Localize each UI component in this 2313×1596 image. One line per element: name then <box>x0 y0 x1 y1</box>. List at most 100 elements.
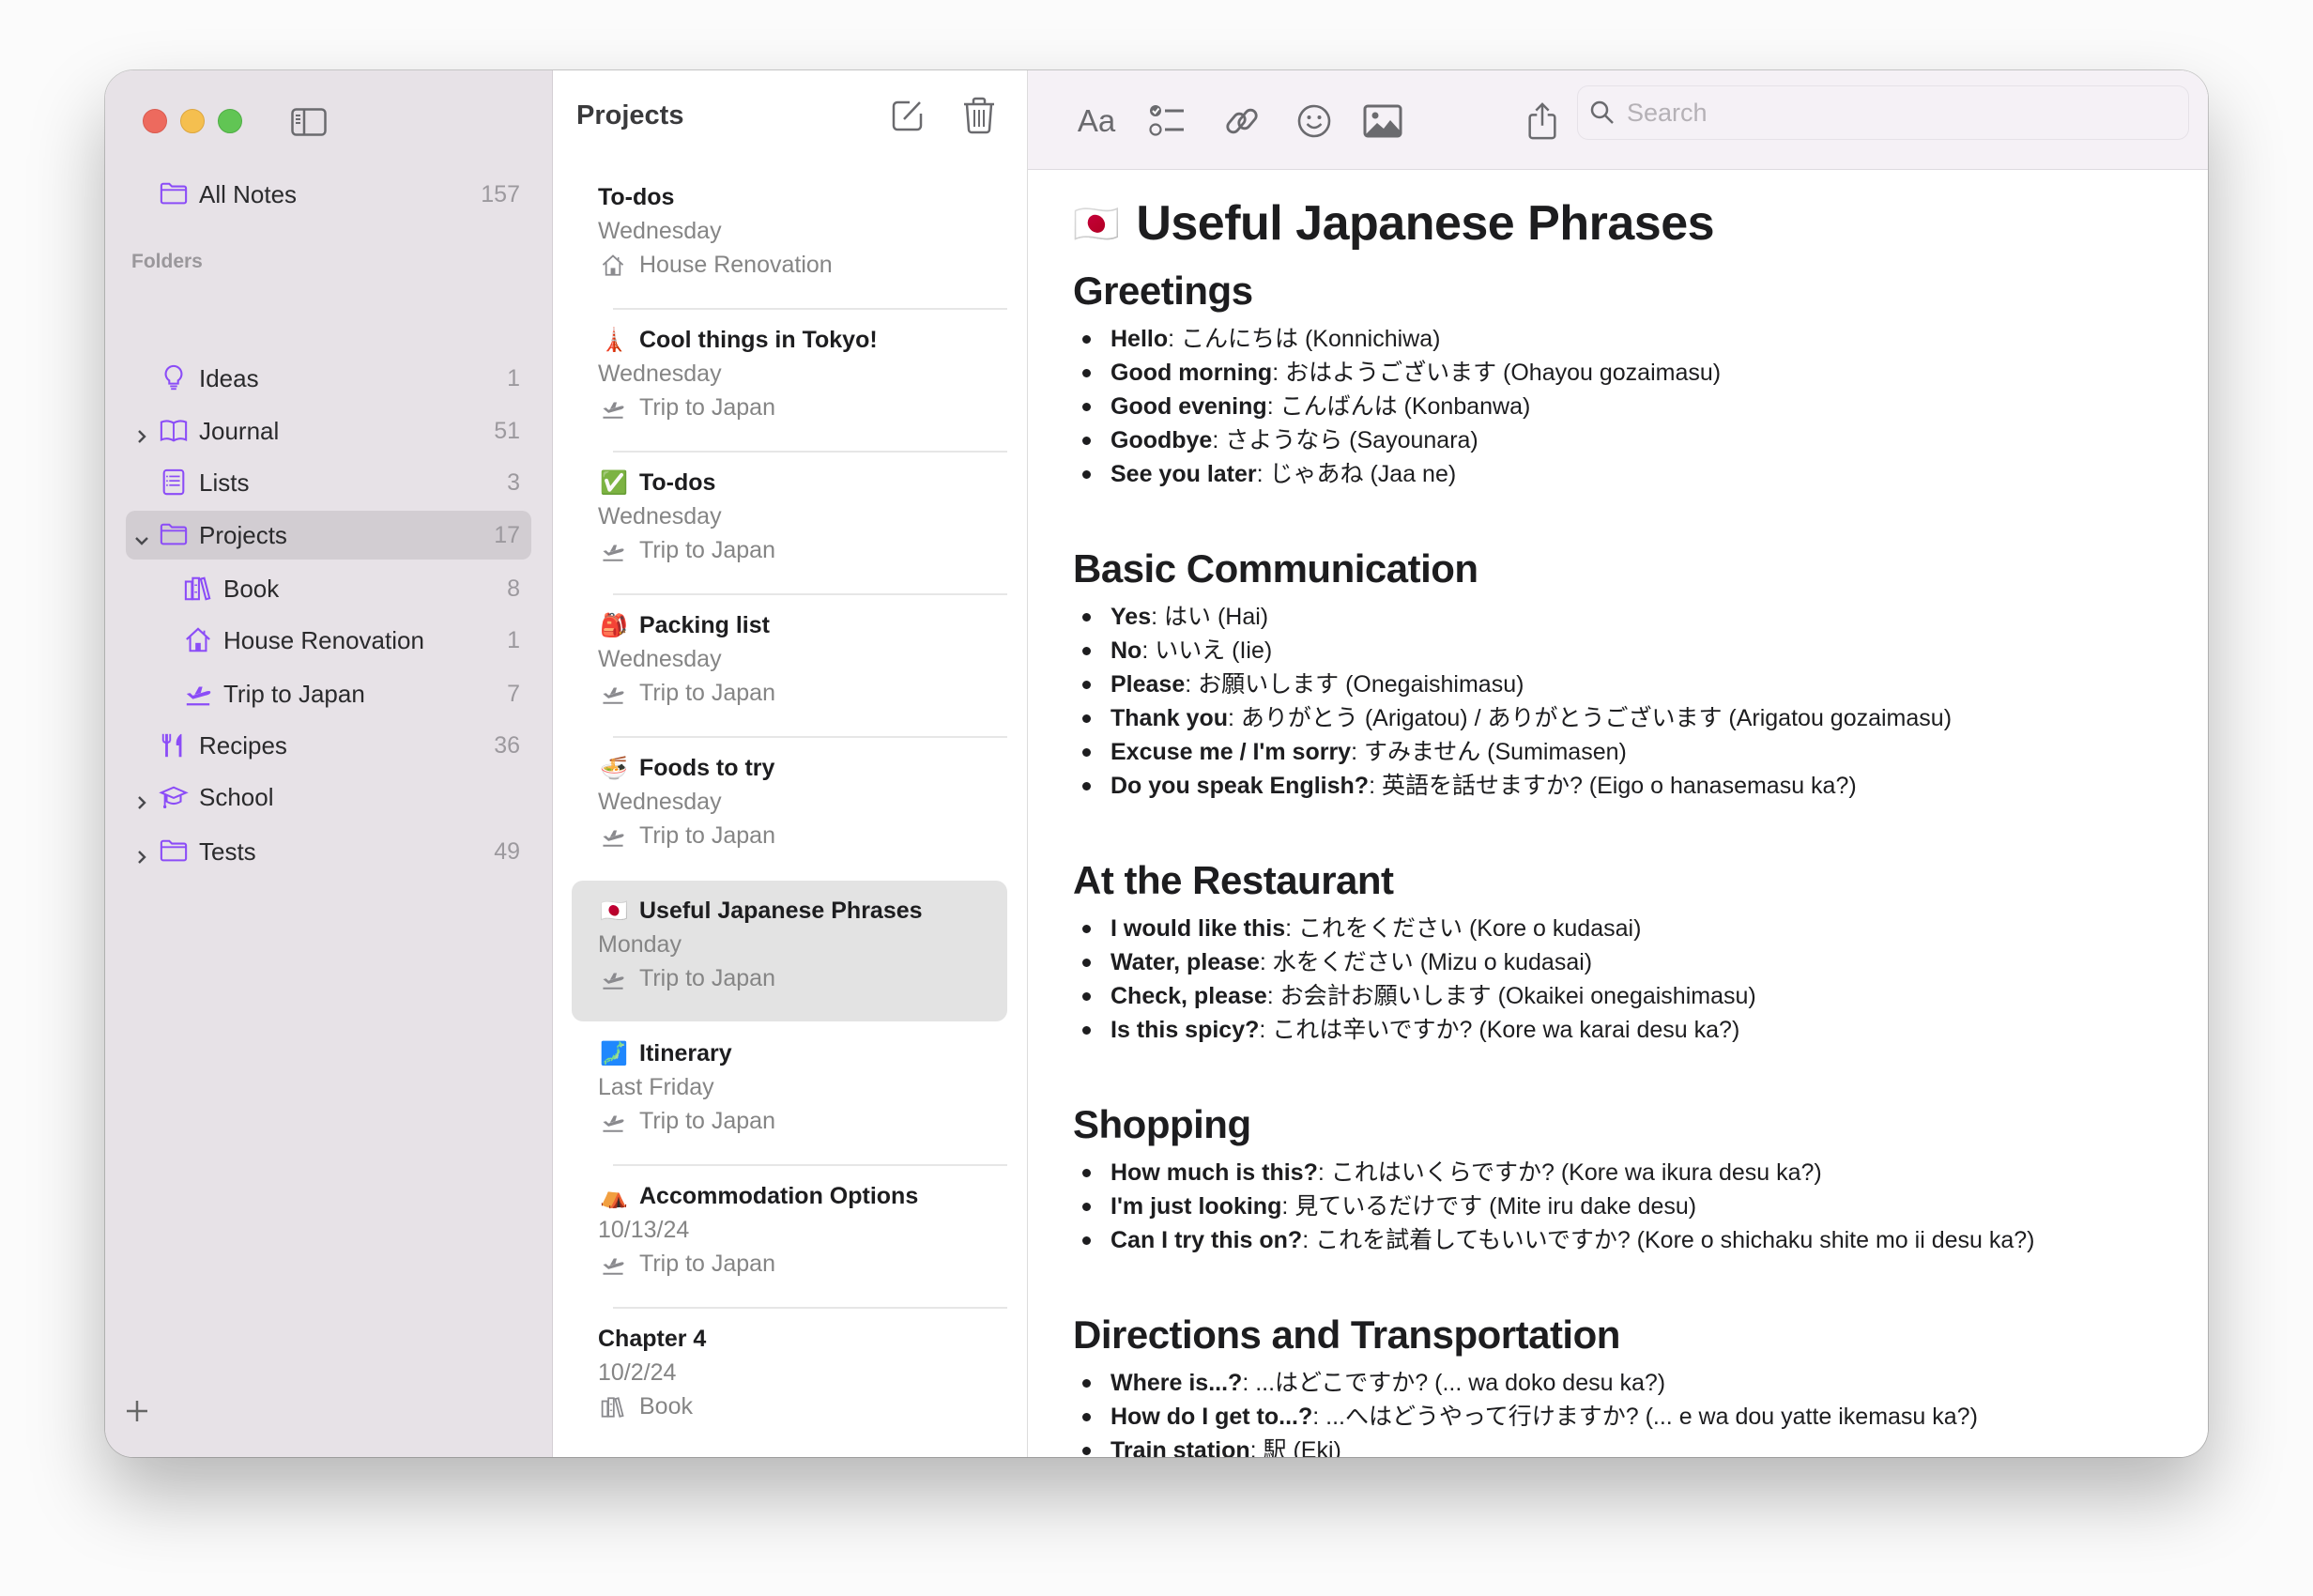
note-section: Basic Communication Yes: はい (Hai) No: いいえ … <box>1073 545 1952 803</box>
phrase-term: Train station <box>1111 1437 1250 1457</box>
sidebar-item-book[interactable]: Book 8 <box>126 564 531 613</box>
phrase-item: Do you speak English?: 英語を話せますか? (Eigo o… <box>1073 769 1952 803</box>
note-date: 10/13/24 <box>598 1217 690 1243</box>
note-folder: Trip to Japan <box>598 1251 775 1278</box>
note-list-title: Projects <box>576 100 684 130</box>
house-icon <box>598 253 630 278</box>
note-list-item[interactable]: 🍜 Foods to try Wednesday Trip to Japan <box>572 738 1007 879</box>
phrase-item: Water, please: 水をください (Mizu o kudasai) <box>1073 945 1756 979</box>
note-emoji-icon: 🗾 <box>600 1041 628 1067</box>
note-count: 51 <box>494 417 520 444</box>
note-list-item[interactable]: 🇯🇵 Useful Japanese Phrases Monday Trip to J… <box>572 881 1007 1021</box>
note-title: 🗼 Cool things in Tokyo! <box>598 327 878 354</box>
note-count: 157 <box>481 180 520 207</box>
note-section: At the Restaurant I would like this: これをく… <box>1073 857 1756 1047</box>
note-title-text: Cool things in Tokyo! <box>639 327 878 353</box>
delete-note-button[interactable] <box>962 97 996 134</box>
list-icon <box>158 468 190 497</box>
phrase-item: No: いいえ (Iie) <box>1073 634 1952 668</box>
link-icon[interactable] <box>1223 102 1261 140</box>
sidebar-item-label: Trip to Japan <box>223 679 365 708</box>
phrase-item: Good evening: こんばんは (Konbanwa) <box>1073 390 1721 423</box>
note-list-item[interactable]: Chapter 4 10/2/24 Book <box>572 1309 1007 1450</box>
add-folder-button[interactable] <box>122 1396 152 1426</box>
note-count: 8 <box>507 575 520 602</box>
note-emoji-icon: 🇯🇵 <box>600 898 628 924</box>
fork-knife-icon <box>158 731 190 760</box>
sidebar-item-recipes[interactable]: Recipes 36 <box>126 721 531 770</box>
sidebar-item-house-renovation[interactable]: House Renovation 1 <box>126 616 531 665</box>
sidebar-item-label: Book <box>223 574 280 603</box>
phrase-term: I'm just looking <box>1111 1193 1282 1220</box>
sidebar-item-ideas[interactable]: Ideas 1 <box>126 354 531 403</box>
phrase-term: Excuse me / I'm sorry <box>1111 739 1352 765</box>
chevron-right-icon[interactable] <box>133 843 150 864</box>
note-list-item[interactable]: 🗼 Cool things in Tokyo! Wednesday Trip to J… <box>572 310 1007 451</box>
note-emoji-icon: 🎒 <box>600 613 628 638</box>
books-icon <box>182 575 214 603</box>
note-count: 17 <box>494 521 520 548</box>
emoji-icon[interactable] <box>1295 102 1333 140</box>
text-format-button[interactable]: Aa <box>1073 102 1120 140</box>
chevron-down-icon[interactable] <box>133 527 150 545</box>
sidebar-item-tests[interactable]: Tests 49 <box>126 827 531 876</box>
airplane-icon <box>598 967 630 991</box>
sidebar-item-school[interactable]: School <box>126 773 531 821</box>
phrase-translation: : お願いします (Onegaishimasu) <box>1185 671 1524 698</box>
phrase-translation: : ...へはどうやって行けますか? (... e wa dou yatte i… <box>1312 1404 1978 1430</box>
note-title-text: Foods to try <box>639 755 775 781</box>
note-title: 🍜 Foods to try <box>598 755 774 782</box>
chevron-right-icon[interactable] <box>133 422 150 443</box>
phrase-translation: : ありがとう (Arigatou) / ありがとうございます (Arigato… <box>1228 705 1953 731</box>
phrase-item: Thank you: ありがとう (Arigatou) / ありがとうございます… <box>1073 701 1952 735</box>
note-list-item[interactable]: 🎒 Packing list Wednesday Trip to Japan <box>572 595 1007 736</box>
minimize-window-button[interactable] <box>180 109 205 133</box>
airplane-icon <box>598 682 630 706</box>
phrase-item: I would like this: これをください (Kore o kudas… <box>1073 912 1756 945</box>
search-field[interactable] <box>1577 85 2189 140</box>
note-folder-label: Trip to Japan <box>639 537 775 563</box>
bullet-list: Hello: こんにちは (Konnichiwa) Good morning: お… <box>1073 322 1721 491</box>
section-heading: Directions and Transportation <box>1073 1312 1620 1357</box>
note-title: Chapter 4 <box>598 1326 706 1353</box>
phrase-translation: : はい (Hai) <box>1151 604 1269 630</box>
sidebar-item-trip-to-japan[interactable]: Trip to Japan 7 <box>126 669 531 718</box>
close-window-button[interactable] <box>143 109 167 133</box>
phrase-term: Can I try this on? <box>1111 1227 1303 1253</box>
phrase-translation: : 見ているだけです (Mite iru dake desu) <box>1281 1193 1697 1220</box>
phrase-item: Good morning: おはようございます (Ohayou gozaimas… <box>1073 356 1721 390</box>
note-count: 1 <box>507 626 520 653</box>
bullet-list: Yes: はい (Hai) No: いいえ (Iie) Please: お願いします… <box>1073 600 1952 803</box>
sidebar-item-lists[interactable]: Lists 3 <box>126 458 531 507</box>
sidebar-item-projects[interactable]: Projects 17 <box>126 511 531 560</box>
note-date: Wednesday <box>598 218 722 244</box>
sidebar-toggle-icon[interactable] <box>291 108 327 136</box>
airplane-icon <box>598 1252 630 1277</box>
phrase-term: How much is this? <box>1111 1159 1318 1186</box>
compose-note-button[interactable] <box>891 99 925 132</box>
share-icon[interactable] <box>1527 102 1557 140</box>
note-list-item[interactable]: 🗾 Itinerary Last Friday Trip to Japan <box>572 1023 1007 1164</box>
note-list-item[interactable]: To-dos Wednesday House Renovation <box>572 167 1007 308</box>
note-list-item[interactable]: ✅ To-dos Wednesday Trip to Japan <box>572 453 1007 593</box>
sidebar-item-all-notes[interactable]: All Notes 157 <box>126 170 531 219</box>
sidebar-item-journal[interactable]: Journal 51 <box>126 407 531 455</box>
search-input[interactable] <box>1625 97 2154 129</box>
note-date: Wednesday <box>598 361 722 387</box>
media-icon[interactable] <box>1363 102 1402 140</box>
notes-window: All Notes 157 Folders Ideas 1 Journal 51 Lis… <box>105 70 2208 1457</box>
chevron-right-icon[interactable] <box>133 789 150 809</box>
checklist-icon[interactable] <box>1148 102 1186 140</box>
note-count: 36 <box>494 731 520 759</box>
note-title-text: To-dos <box>639 469 716 496</box>
note-list-item[interactable]: ⛺ Accommodation Options 10/13/24 Trip to Ja… <box>572 1166 1007 1307</box>
folder-icon <box>158 180 190 208</box>
phrase-term: Do you speak English? <box>1111 773 1370 799</box>
phrase-translation: : すみません (Sumimasen) <box>1351 739 1627 765</box>
zoom-window-button[interactable] <box>218 109 242 133</box>
note-content[interactable]: 🇯🇵 Useful Japanese Phrases Greetings Hell… <box>1073 169 2170 1457</box>
phrase-item: See you later: じゃあね (Jaa ne) <box>1073 457 1721 491</box>
bullet-list: Where is...?: ...はどこですか? (... wa doko de… <box>1073 1366 1978 1457</box>
note-folder-label: Trip to Japan <box>639 394 775 421</box>
note-title-text: Packing list <box>639 612 770 638</box>
